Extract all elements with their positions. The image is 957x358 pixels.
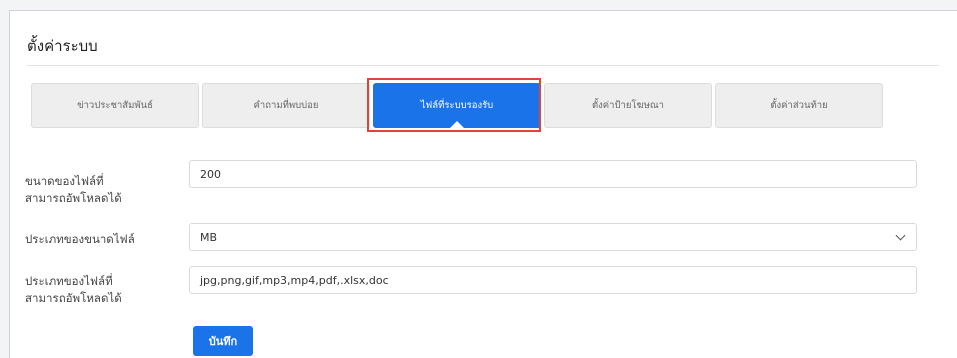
tab-faq[interactable]: คำถามที่พบบ่อย — [202, 83, 370, 128]
allowed-types-label: ประเภทของไฟล์ที่ สามารถอัพโหลดได้ — [25, 273, 175, 307]
label-line: ขนาดของไฟล์ที่ — [25, 174, 104, 188]
tab-label: ข่าวประชาสัมพันธ์ — [77, 100, 153, 111]
label-line: ประเภทของไฟล์ที่ — [25, 274, 113, 288]
tab-banner-settings[interactable]: ตั้งค่าป้ายโฆษณา — [544, 83, 712, 128]
input-value: 200 — [200, 167, 221, 181]
active-tab-caret-icon — [450, 121, 464, 128]
size-unit-select[interactable]: MB — [189, 223, 917, 251]
chevron-down-icon — [895, 230, 906, 241]
max-upload-size-input[interactable]: 200 — [189, 160, 917, 188]
tab-supported-files[interactable]: ไฟล์ที่ระบบรองรับ — [373, 83, 541, 128]
label-line: สามารถอัพโหลดได้ — [25, 191, 122, 205]
tab-label: คำถามที่พบบ่อย — [253, 100, 319, 111]
input-value: jpg,png,gif,mp3,mp4,pdf,.xlsx,doc — [200, 273, 389, 287]
select-value: MB — [200, 230, 218, 244]
size-unit-label: ประเภทของขนาดไฟล์ — [25, 232, 135, 246]
page-title: ตั้งค่าระบบ — [27, 37, 98, 55]
tab-label: ตั้งค่าส่วนท้าย — [770, 100, 828, 111]
tab-news[interactable]: ข่าวประชาสัมพันธ์ — [31, 83, 199, 128]
title-divider — [27, 65, 939, 66]
settings-panel: ตั้งค่าระบบ ข่าวประชาสัมพันธ์ คำถามที่พบ… — [9, 10, 957, 358]
tab-footer-settings[interactable]: ตั้งค่าส่วนท้าย — [715, 83, 883, 128]
save-button[interactable]: บันทึก — [193, 326, 253, 356]
tab-label: ตั้งค่าป้ายโฆษณา — [592, 100, 664, 111]
label-line: สามารถอัพโหลดได้ — [25, 291, 122, 305]
tab-label: ไฟล์ที่ระบบรองรับ — [420, 100, 494, 111]
max-upload-size-label: ขนาดของไฟล์ที่ สามารถอัพโหลดได้ — [25, 173, 175, 207]
allowed-types-input[interactable]: jpg,png,gif,mp3,mp4,pdf,.xlsx,doc — [189, 266, 917, 294]
